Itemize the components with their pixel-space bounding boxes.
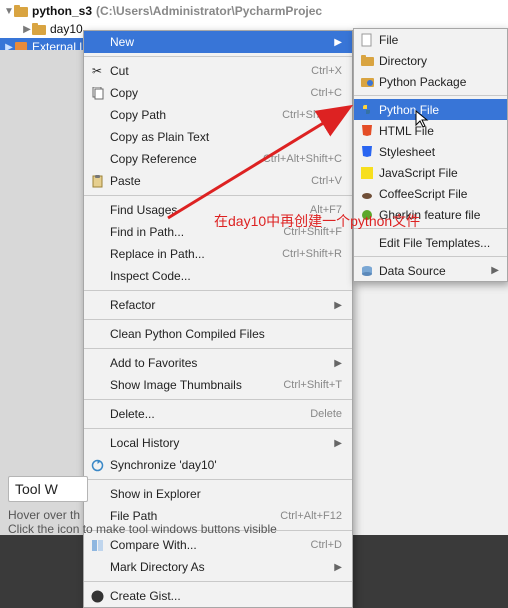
menu-item-copy-plain[interactable]: Copy as Plain Text [84,126,352,148]
menu-item-copy-path[interactable]: Copy Path Ctrl+Shift+C [84,104,352,126]
css-icon [358,145,376,158]
paste-icon [88,175,106,188]
menu-item-cut[interactable]: ✂ Cut Ctrl+X [84,60,352,82]
menu-separator [354,95,507,96]
menu-item-clean-python[interactable]: Clean Python Compiled Files [84,323,352,345]
menu-item-replace-in-path[interactable]: Replace in Path... Ctrl+Shift+R [84,243,352,265]
submenu-arrow-icon: ▶ [334,438,342,449]
project-path: (C:\Users\Administrator\PycharmProjec [96,4,322,18]
menu-separator [84,479,352,480]
submenu-item-file[interactable]: File [354,29,507,50]
menu-separator [84,319,352,320]
menu-item-show-explorer[interactable]: Show in Explorer [84,483,352,505]
submenu-item-data-source[interactable]: Data Source ▶ [354,260,507,281]
scissors-icon: ✂ [88,64,106,78]
submenu-item-python-file[interactable]: Python File [354,99,507,120]
menu-item-paste[interactable]: Paste Ctrl+V [84,170,352,192]
project-name: python_s3 [32,4,92,18]
menu-separator [354,256,507,257]
tool-window-title: Tool W [15,481,58,497]
submenu-arrow-icon: ▶ [334,37,342,48]
gherkin-icon [358,209,376,221]
coffee-icon [358,188,376,200]
copy-icon [88,87,106,100]
sync-icon [88,459,106,472]
menu-item-mark-directory[interactable]: Mark Directory As ▶ [84,556,352,578]
menu-item-delete[interactable]: Delete... Delete [84,403,352,425]
submenu-item-coffeescript-file[interactable]: CoffeeScript File [354,183,507,204]
submenu-item-directory[interactable]: Directory [354,50,507,71]
submenu-item-html-file[interactable]: HTML File [354,120,507,141]
menu-item-compare[interactable]: Compare With... Ctrl+D [84,534,352,556]
python-file-icon [358,103,376,116]
compare-icon [88,539,106,552]
project-folder-icon [14,5,28,17]
menu-separator [354,228,507,229]
python-package-icon [358,76,376,88]
github-icon [88,590,106,603]
submenu-item-stylesheet[interactable]: Stylesheet [354,141,507,162]
menu-separator [84,428,352,429]
submenu-item-python-package[interactable]: Python Package [354,71,507,92]
database-icon [358,265,376,277]
menu-separator [84,56,352,57]
submenu-item-edit-templates[interactable]: Edit File Templates... [354,232,507,253]
menu-separator [84,290,352,291]
menu-item-synchronize[interactable]: Synchronize 'day10' [84,454,352,476]
submenu-item-gherkin-feature[interactable]: Gherkin feature file [354,204,507,225]
chevron-right-icon[interactable]: ▶ [22,24,32,35]
tool-window-hint-text: Hover over th Click the icon to make too… [8,508,277,536]
menu-separator [84,581,352,582]
menu-item-copy[interactable]: Copy Ctrl+C [84,82,352,104]
menu-separator [84,399,352,400]
menu-item-copy-reference[interactable]: Copy Reference Ctrl+Alt+Shift+C [84,148,352,170]
menu-item-new[interactable]: New ▶ [84,31,352,53]
menu-item-find-usages[interactable]: Find Usages Alt+F7 [84,199,352,221]
submenu-arrow-icon: ▶ [334,562,342,573]
menu-item-find-in-path[interactable]: Find in Path... Ctrl+Shift+F [84,221,352,243]
tool-windows-tooltip: Tool W [8,476,88,502]
project-root-row[interactable]: ▼ python_s3 (C:\Users\Administrator\Pych… [0,2,508,20]
js-icon [358,167,376,179]
menu-item-show-thumbnails[interactable]: Show Image Thumbnails Ctrl+Shift+T [84,374,352,396]
menu-separator [84,348,352,349]
menu-item-refactor[interactable]: Refactor ▶ [84,294,352,316]
submenu-arrow-icon: ▶ [334,300,342,311]
folder-icon [32,23,46,35]
submenu-arrow-icon: ▶ [334,358,342,369]
submenu-item-javascript-file[interactable]: JavaScript File [354,162,507,183]
menu-item-add-favorites[interactable]: Add to Favorites ▶ [84,352,352,374]
menu-item-inspect-code[interactable]: Inspect Code... [84,265,352,287]
html-icon [358,124,376,137]
submenu-arrow-icon: ▶ [491,265,499,276]
menu-separator [84,195,352,196]
file-icon [358,33,376,47]
folder-icon [358,55,376,67]
folder-label: day10 [50,22,83,36]
menu-item-create-gist[interactable]: Create Gist... [84,585,352,607]
chevron-down-icon[interactable]: ▼ [4,6,14,17]
panel-background [0,50,83,535]
menu-item-local-history[interactable]: Local History ▶ [84,432,352,454]
new-submenu: File Directory Python Package Python Fil… [353,28,508,282]
